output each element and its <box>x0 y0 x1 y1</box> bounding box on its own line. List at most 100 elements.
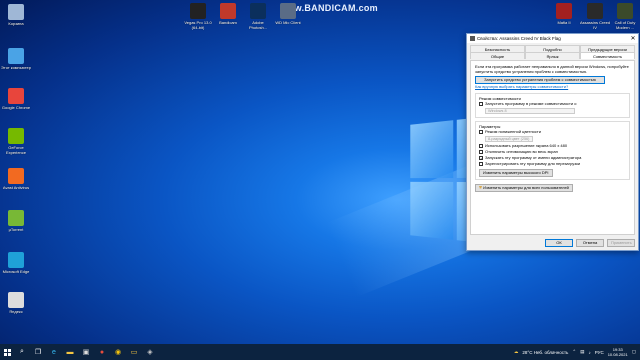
shortcut-label: Этот компьютер <box>1 65 31 70</box>
desktop-shortcut[interactable]: Adobe Photosh... <box>243 3 273 30</box>
mafia-icon <box>556 3 572 19</box>
dialog-titlebar[interactable]: Свойства: Assassins Creed IV Black Flag … <box>467 34 638 43</box>
network-icon[interactable]: ▤ <box>580 349 584 355</box>
troubleshoot-button[interactable]: Запустить средство устранения проблем с … <box>475 76 605 84</box>
tab-general[interactable]: Общие <box>470 52 525 59</box>
shortcut-label: Microsoft Edge <box>2 269 30 274</box>
bandicam-icon <box>220 3 236 19</box>
intro-text: Если эта программа работает неправильно … <box>475 64 629 74</box>
checkbox-box[interactable] <box>479 144 483 148</box>
shortcut-label: Google Chrome <box>1 105 31 110</box>
shortcut-label: Vegas Pro 13.0 (64-bit) <box>184 20 212 30</box>
assassins-icon <box>587 3 603 19</box>
system-tray: ☁ 28°C Неб. облачность ⌃ ▤ ♪ РУС 19:33 1… <box>514 347 640 357</box>
tab-security[interactable]: Безопасность <box>470 45 525 52</box>
all-users-label: Изменить параметры для всех пользователе… <box>483 185 569 190</box>
high-dpi-button[interactable]: Изменить параметры высокого DPI <box>479 169 553 177</box>
dialog-title: Свойства: Assassins Creed IV Black Flag <box>477 36 561 41</box>
explorer-window-icon[interactable]: ▭ <box>126 344 142 360</box>
recycle-bin-icon <box>8 4 24 20</box>
desktop-shortcut[interactable]: Microsoft Edge <box>1 252 31 274</box>
desktop-shortcut[interactable]: Этот компьютер <box>1 48 31 70</box>
shortcut-label: Assassins Creed IV <box>580 20 611 30</box>
utorrent-icon <box>8 210 24 226</box>
edge-taskbar-icon[interactable]: e <box>46 344 62 360</box>
notifications-icon[interactable]: ▢ <box>632 349 636 355</box>
search-icon[interactable]: ⌕ <box>14 344 30 360</box>
shortcut-label: Adobe Photosh... <box>248 20 267 30</box>
weather-icon[interactable]: ☁ <box>514 349 519 355</box>
ok-button[interactable]: ОК <box>545 239 573 247</box>
tray-overflow-icon[interactable]: ⌃ <box>572 349 576 355</box>
all-users-button[interactable]: ⛨ Изменить параметры для всех пользовате… <box>475 184 573 192</box>
desktop-shortcut[interactable]: Assassins Creed IV <box>580 3 610 30</box>
desktop: www.BANDICAM.com Корзина Этот компьютер Go… <box>0 0 640 344</box>
desktop-shortcut[interactable]: WD Mic Client <box>273 3 303 25</box>
tab-strip: Безопасность Подробно Предыдущие версии … <box>470 45 635 61</box>
vegas-icon <box>190 3 206 19</box>
cancel-button[interactable]: Отмена <box>576 239 604 247</box>
cod-icon <box>617 3 633 19</box>
checkbox-checked[interactable]: ✓ <box>479 156 483 161</box>
checkbox-box[interactable] <box>479 150 483 154</box>
desktop-shortcut[interactable]: GeForce Experience <box>1 128 31 155</box>
clock-date: 10.08.2021 <box>607 352 628 357</box>
checkbox-box[interactable] <box>479 130 483 134</box>
desktop-shortcut[interactable]: Avast Antivirus <box>1 168 31 190</box>
store-icon[interactable]: ▣ <box>78 344 94 360</box>
dialog-footer: ОК Отмена Применить <box>467 239 638 247</box>
tab-shortcut[interactable]: Ярлык <box>525 52 580 59</box>
compat-mode-checkbox[interactable]: Запустить программу в режиме совместимос… <box>479 101 626 107</box>
tab-compatibility[interactable]: Совместимость <box>580 52 635 59</box>
desktop-shortcut[interactable]: Call of Duty Modern ... <box>610 3 640 30</box>
avast-icon <box>8 168 24 184</box>
register-restart-checkbox[interactable]: Зарегистрировать эту программу для перез… <box>479 161 626 167</box>
checkbox-box[interactable] <box>479 102 483 106</box>
app-taskbar-icon[interactable]: ◈ <box>142 344 158 360</box>
shortcut-label: Call of Duty Modern ... <box>614 20 636 30</box>
shortcut-label: Яндекс <box>9 309 23 314</box>
language-indicator[interactable]: РУС <box>595 350 604 355</box>
weather-text[interactable]: 28°C Неб. облачность <box>522 350 568 355</box>
start-button[interactable] <box>0 348 14 356</box>
taskbar: ⌕ ❐ e ▬ ▣ ● ◉ ▭ ◈ ☁ 28°C Неб. облачность… <box>0 344 640 360</box>
explorer-icon[interactable]: ▬ <box>62 344 78 360</box>
tab-details[interactable]: Подробно <box>525 45 580 52</box>
desktop-shortcut[interactable]: Яндекс <box>1 292 31 314</box>
checkbox-box[interactable] <box>479 162 483 166</box>
shortcut-label: Avast Antivirus <box>2 185 30 190</box>
desktop-shortcut[interactable]: Bandicam <box>213 3 243 25</box>
shortcut-label: Mafia II <box>557 20 571 25</box>
shortcut-label: Bandicam <box>219 20 237 25</box>
computer-icon <box>8 48 24 64</box>
desktop-shortcut[interactable]: Vegas Pro 13.0 (64-bit) <box>183 3 213 30</box>
geforce-icon <box>8 128 24 144</box>
desktop-shortcut[interactable]: Google Chrome <box>1 88 31 110</box>
edge-icon <box>8 252 24 268</box>
volume-icon[interactable]: ♪ <box>588 350 590 355</box>
apply-button[interactable]: Применить <box>607 239 635 247</box>
compat-os-select[interactable]: Windows 8 <box>485 108 575 114</box>
mic-icon <box>280 3 296 19</box>
desktop-shortcut[interactable]: µTorrent <box>1 210 31 232</box>
reduced-color-checkbox[interactable]: Режим пониженной цветности <box>479 129 626 135</box>
clock[interactable]: 19:33 10.08.2021 <box>608 347 628 357</box>
desktop-shortcut[interactable]: Mafia II <box>549 3 579 25</box>
compatibility-panel: Если эта программа работает неправильно … <box>470 60 635 235</box>
bandicam-taskbar-icon[interactable]: ● <box>94 344 110 360</box>
manual-settings-link[interactable]: Как вручную выбрать параметры совместимо… <box>475 84 630 90</box>
tab-previous-versions[interactable]: Предыдущие версии <box>580 45 635 52</box>
close-icon[interactable]: ✕ <box>628 35 638 42</box>
windows-icon <box>3 348 11 356</box>
compat-mode-label: Запустить программу в режиме совместимос… <box>485 101 578 106</box>
shield-icon: ⛨ <box>479 185 482 190</box>
chrome-taskbar-icon[interactable]: ◉ <box>110 344 126 360</box>
compat-mode-group: Режим совместимости Запустить программу … <box>475 93 630 118</box>
color-mode-select[interactable]: 8-разрядный цвет (256) <box>485 136 533 142</box>
param-label: Режим пониженной цветности <box>485 129 541 134</box>
desktop-shortcut[interactable]: Корзина <box>1 4 31 26</box>
chrome-icon <box>8 88 24 104</box>
shortcut-label: Корзина <box>8 21 24 26</box>
task-view-icon[interactable]: ❐ <box>30 344 46 360</box>
document-icon <box>8 292 24 308</box>
